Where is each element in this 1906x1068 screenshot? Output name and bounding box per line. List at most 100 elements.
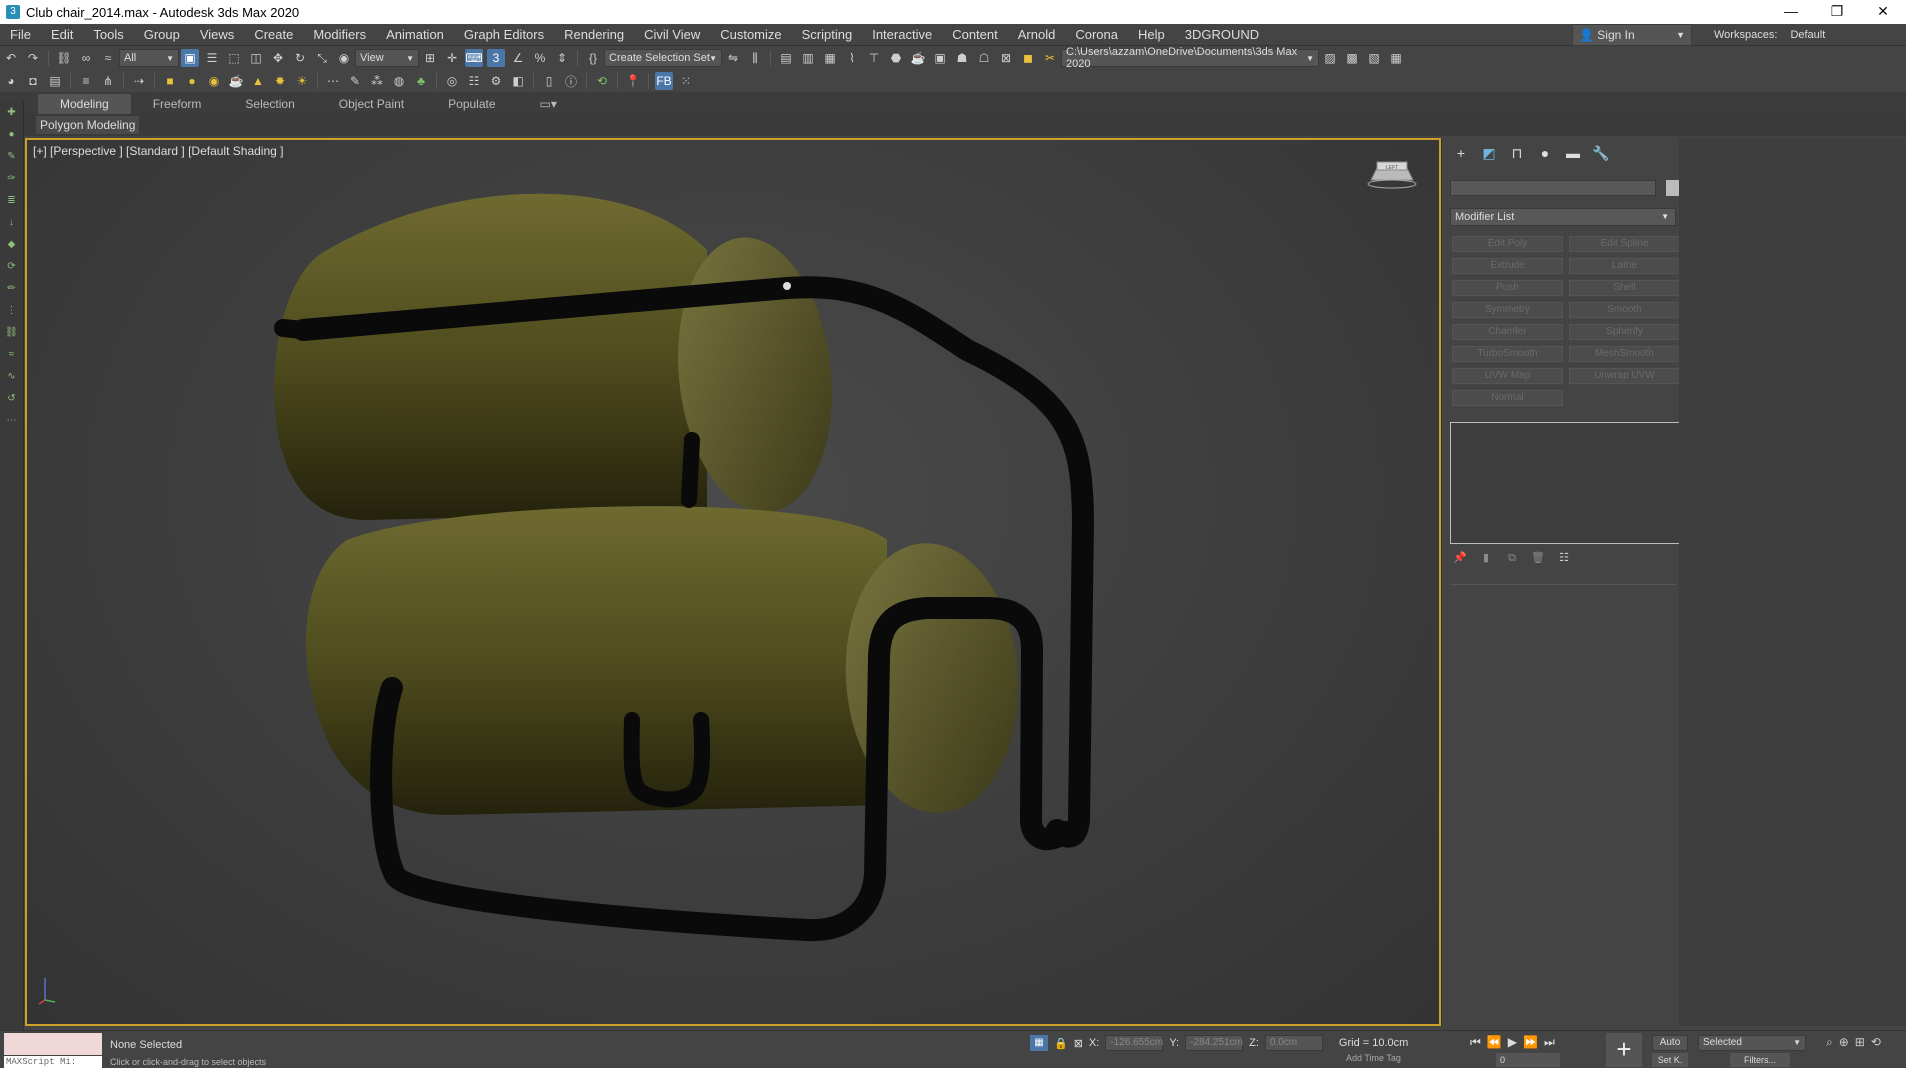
maxscript-mini-listener[interactable]: MAXScript Mi:	[4, 1056, 102, 1068]
modifier-stack[interactable]	[1450, 422, 1684, 544]
curve-icon[interactable]: ∿	[5, 370, 19, 384]
modifier-button[interactable]: TurboSmooth	[1452, 346, 1563, 362]
menu-content[interactable]: Content	[942, 24, 1008, 46]
edit-named-sets-icon[interactable]: {}	[584, 49, 602, 67]
modifier-button[interactable]: Shell	[1569, 280, 1680, 296]
material-editor-icon[interactable]: ⬣	[887, 49, 905, 67]
material-icon[interactable]: ◍	[390, 72, 408, 90]
modifier-button[interactable]: Normal	[1452, 390, 1563, 406]
modifier-list-dropdown[interactable]: Modifier List ▼	[1450, 208, 1676, 226]
motion-tab-icon[interactable]: ●	[1536, 144, 1554, 162]
zoom-all-icon[interactable]: ⊕	[1839, 1035, 1849, 1050]
hierarchy-tab-icon[interactable]: ⊓	[1508, 144, 1526, 162]
display-tab-icon[interactable]: ▬	[1564, 144, 1582, 162]
next-frame-icon[interactable]: ⏩	[1523, 1035, 1538, 1050]
keyboard-shortcut-icon[interactable]: ⌨	[465, 49, 483, 67]
lock-icon[interactable]: 🔒	[1054, 1037, 1068, 1050]
sphere-primitive-icon[interactable]: ●	[183, 72, 201, 90]
menu-scripting[interactable]: Scripting	[792, 24, 863, 46]
menu-help[interactable]: Help	[1128, 24, 1175, 46]
corona-proxy-icon[interactable]: ◧	[509, 72, 527, 90]
modifier-button[interactable]: UVW Map	[1452, 368, 1563, 384]
selection-filter-dropdown[interactable]: All ▼	[119, 49, 179, 67]
modifier-button[interactable]: Spherify	[1569, 324, 1680, 340]
zoom-icon[interactable]: ⌕	[1826, 1035, 1833, 1050]
pin-stack-icon[interactable]: 📌	[1452, 550, 1468, 566]
render-online-icon[interactable]: ⊠	[997, 49, 1015, 67]
project-settings-icon[interactable]: ▦	[1387, 49, 1405, 67]
save-icon[interactable]: ▤	[46, 72, 64, 90]
orbit-icon[interactable]: ⟲	[1871, 1035, 1881, 1050]
schematic-view-icon[interactable]: ⊤	[865, 49, 883, 67]
hierarchy-icon[interactable]: ⋔	[99, 72, 117, 90]
add-time-tag[interactable]: Add Time Tag	[1346, 1053, 1401, 1063]
select-object-icon[interactable]: ▣	[181, 49, 199, 67]
modifier-button[interactable]: Chamfer	[1452, 324, 1563, 340]
orbit-icon[interactable]: ⟳	[5, 260, 19, 274]
snaps-toggle-icon[interactable]: 3	[487, 49, 505, 67]
align-icon[interactable]: ⫼	[746, 49, 764, 67]
brush-icon[interactable]: ✎	[5, 150, 19, 164]
render-iterative-icon[interactable]: ☖	[975, 49, 993, 67]
seat-cushion[interactable]	[305, 506, 1027, 819]
window-crossing-icon[interactable]: ◫	[247, 49, 265, 67]
corona-render-icon[interactable]: ◎	[443, 72, 461, 90]
pivot-center-icon[interactable]: ⊞	[421, 49, 439, 67]
modifier-button[interactable]: Edit Spline	[1569, 236, 1680, 252]
go-to-start-icon[interactable]: ⏮	[1470, 1035, 1481, 1050]
spin-icon[interactable]: ↺	[5, 392, 19, 406]
set-key-button[interactable]: Set K.	[1652, 1053, 1688, 1067]
link-icon[interactable]: ⛓	[55, 49, 73, 67]
tab-freeform[interactable]: Freeform	[131, 94, 224, 114]
menu-views[interactable]: Views	[190, 24, 244, 46]
ribbon-toggle-icon[interactable]: ▦	[821, 49, 839, 67]
rect-selection-icon[interactable]: ⬚	[225, 49, 243, 67]
modifier-button[interactable]: Push	[1452, 280, 1563, 296]
restore-button[interactable]: ❐	[1814, 0, 1860, 24]
modifier-button[interactable]: Symmetry	[1452, 302, 1563, 318]
snap-icon[interactable]: ⋯	[324, 72, 342, 90]
modify-tab-icon[interactable]: ◩	[1480, 144, 1498, 162]
corona-light-icon[interactable]: ☷	[465, 72, 483, 90]
zoom-extents-icon[interactable]: ⊞	[1855, 1035, 1865, 1050]
menu-tools[interactable]: Tools	[83, 24, 133, 46]
menu-modifiers[interactable]: Modifiers	[303, 24, 376, 46]
tab-populate[interactable]: Populate	[426, 94, 517, 114]
more-icon[interactable]: ⋯	[5, 414, 19, 428]
menu-customize[interactable]: Customize	[710, 24, 791, 46]
modifier-button[interactable]: Unwrap UVW	[1569, 368, 1680, 384]
current-frame-field[interactable]: 0	[1496, 1053, 1560, 1067]
menu-corona[interactable]: Corona	[1065, 24, 1128, 46]
menu-file[interactable]: File	[0, 24, 41, 46]
menu-3dground[interactable]: 3DGROUND	[1175, 24, 1269, 46]
tab-object-paint[interactable]: Object Paint	[317, 94, 426, 114]
y-coord-field[interactable]: -284.251cm	[1185, 1035, 1244, 1051]
pin-icon[interactable]: ↓	[5, 216, 19, 230]
absolute-mode-icon[interactable]: ⊠	[1074, 1037, 1083, 1050]
render-setup-icon[interactable]: ☕	[909, 49, 927, 67]
show-end-result-icon[interactable]: ▮	[1478, 550, 1494, 566]
set-key-icon[interactable]: +	[1606, 1033, 1642, 1067]
sign-in-dropdown[interactable]: 👤 Sign In ▼	[1572, 24, 1692, 46]
corona-tools-icon[interactable]: ✂	[1041, 49, 1059, 67]
object-color-swatch[interactable]	[1666, 180, 1680, 196]
play-icon[interactable]: ▶	[1508, 1035, 1517, 1050]
corona-material-icon[interactable]: ⚙	[487, 72, 505, 90]
menu-animation[interactable]: Animation	[376, 24, 454, 46]
mirror-icon[interactable]: ⇋	[724, 49, 742, 67]
tab-selection[interactable]: Selection	[223, 94, 316, 114]
polygon-modeling-panel[interactable]: Polygon Modeling	[36, 116, 140, 134]
angle-snap-icon[interactable]: ∠	[509, 49, 527, 67]
rendered-frame-icon[interactable]: ▣	[931, 49, 949, 67]
refresh-icon[interactable]: ⟲	[593, 72, 611, 90]
teapot-icon[interactable]: ☕	[227, 72, 245, 90]
rotate-icon[interactable]: ↻	[291, 49, 309, 67]
workspace-select[interactable]: Default	[1790, 29, 1825, 41]
layers-icon[interactable]: ≡	[77, 72, 95, 90]
menu-edit[interactable]: Edit	[41, 24, 83, 46]
project-save-icon[interactable]: ▧	[1365, 49, 1383, 67]
unlink-icon[interactable]: ∞	[77, 49, 95, 67]
modifier-button[interactable]: Extrude	[1452, 258, 1563, 274]
chair-model[interactable]	[27, 140, 1441, 1026]
pack-icon[interactable]: ▯	[540, 72, 558, 90]
